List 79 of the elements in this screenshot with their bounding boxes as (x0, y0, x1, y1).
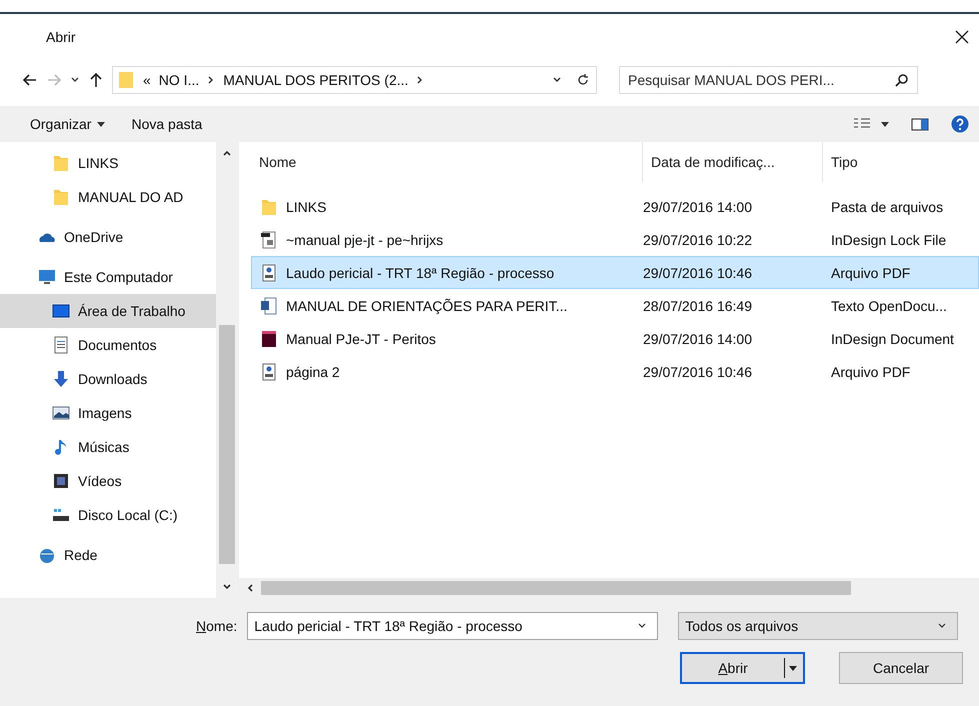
breadcrumb-segment[interactable]: NO I... (158, 72, 200, 88)
indesign-file-icon (260, 330, 278, 348)
sidebar-item[interactable]: MANUAL DO AD (0, 180, 216, 214)
sidebar-item[interactable]: Este Computador (0, 260, 216, 294)
type-text: InDesign Lock File (831, 232, 946, 248)
sidebar-item[interactable]: Área de Trabalho (0, 294, 216, 328)
type-text: InDesign Document (831, 330, 954, 346)
type-text: Texto OpenDocu... (831, 298, 947, 314)
date-text: 29/07/2016 10:22 (643, 232, 752, 248)
sidebar-item[interactable]: Vídeos (0, 464, 216, 498)
search-icon[interactable] (895, 73, 909, 87)
sidebar-item[interactable]: Documentos (0, 328, 216, 362)
document-icon (52, 336, 70, 354)
type-text: Pasta de arquivos (831, 198, 944, 214)
up-arrow-icon[interactable] (88, 72, 104, 88)
preview-pane-icon[interactable] (911, 117, 929, 131)
column-header[interactable]: Data de modificaç... (642, 142, 822, 182)
date-text: 29/07/2016 10:46 (643, 264, 752, 280)
file-row[interactable]: MANUAL DE ORIENTAÇÕES PARA PERIT... 28/07/2016 16:49 Texto OpenDocu... (251, 289, 979, 322)
scroll-down-icon[interactable] (222, 582, 232, 592)
sidebar-item[interactable]: Downloads (0, 362, 216, 396)
chevron-right-icon[interactable] (207, 75, 216, 85)
column-header[interactable]: Nome (239, 142, 642, 182)
file-name-label: Nome: (196, 618, 238, 634)
sidebar-item[interactable]: LINKS (0, 146, 216, 180)
file-name: página 2 (286, 364, 340, 380)
organize-menu-button[interactable]: Organizar (22, 112, 114, 136)
date-text: 29/07/2016 14:00 (643, 198, 752, 214)
caret-icon[interactable] (789, 666, 797, 670)
file-type-dropdown[interactable]: Todos os arquivos (678, 612, 958, 640)
sidebar-item[interactable]: Rede (0, 538, 216, 572)
column-header[interactable]: Tipo (822, 142, 979, 182)
lock-file-icon (260, 230, 278, 248)
file-row[interactable]: Manual PJe-JT - Peritos 29/07/2016 14:00 InDesign Document (251, 322, 979, 355)
breadcrumb-segment[interactable]: MANUAL DOS PERITOS (2... (223, 72, 408, 88)
drive-icon (52, 506, 70, 524)
monitor-icon (38, 268, 56, 286)
address-bar[interactable]: « NO I... MANUAL DOS PERITOS (2... (112, 66, 597, 94)
file-name: Laudo pericial - TRT 18ª Região - processo (286, 264, 554, 280)
help-icon[interactable] (951, 115, 969, 133)
file-row[interactable]: Laudo pericial - TRT 18ª Região - processo 29/07/2016 10:46 Arquivo PDF (251, 256, 979, 289)
type-text: Arquivo PDF (831, 264, 910, 280)
download-icon (52, 370, 70, 388)
sidebar-item[interactable]: Imagens (0, 396, 216, 430)
chevron-right-icon[interactable] (416, 75, 424, 85)
sidebar-item[interactable]: Músicas (0, 430, 216, 464)
cancel-button[interactable]: Cancelar (839, 652, 963, 684)
scroll-left-icon[interactable] (245, 583, 255, 593)
file-row[interactable]: página 2 29/07/2016 10:46 Arquivo PDF (251, 355, 979, 388)
new-folder-button[interactable]: Nova pasta (123, 112, 210, 136)
caret-icon[interactable] (881, 122, 889, 126)
image-icon (52, 404, 70, 422)
window-title: Abrir (46, 29, 76, 45)
date-text: 29/07/2016 14:00 (643, 330, 752, 346)
pdf-file-icon (260, 362, 278, 380)
desktop-icon (52, 302, 70, 320)
close-icon[interactable] (955, 30, 969, 44)
breadcrumb-segment[interactable]: « (143, 72, 151, 88)
scrollbar[interactable] (239, 578, 979, 598)
file-name: Manual PJe-JT - Peritos (286, 330, 436, 346)
scroll-up-icon[interactable] (222, 148, 232, 158)
file-name-field[interactable]: Laudo pericial - TRT 18ª Região - processo (247, 612, 658, 640)
caret-icon (97, 122, 106, 126)
file-row[interactable]: LINKS 29/07/2016 14:00 Pasta de arquivos (251, 190, 979, 223)
sidebar-item[interactable]: Disco Local (C:) (0, 498, 216, 532)
date-text: 29/07/2016 10:46 (643, 364, 752, 380)
refresh-icon[interactable] (576, 73, 590, 87)
type-text: Arquivo PDF (831, 364, 910, 380)
back-arrow-icon[interactable] (22, 72, 38, 88)
sidebar-item[interactable]: OneDrive (0, 220, 216, 254)
search-field[interactable]: Pesquisar MANUAL DOS PERI... (619, 66, 918, 94)
pdf-file-icon (260, 264, 278, 282)
date-text: 28/07/2016 16:49 (643, 298, 752, 314)
file-row[interactable]: ~manual pje-jt - pe~hrijxs 29/07/2016 10:22 InDesign Lock File (251, 223, 979, 256)
word-file-icon (260, 296, 278, 314)
open-button[interactable]: Abrir (680, 652, 805, 684)
file-name: MANUAL DE ORIENTAÇÕES PARA PERIT... (286, 298, 568, 314)
file-name: LINKS (286, 198, 326, 214)
file-name: ~manual pje-jt - pe~hrijxs (286, 232, 444, 248)
